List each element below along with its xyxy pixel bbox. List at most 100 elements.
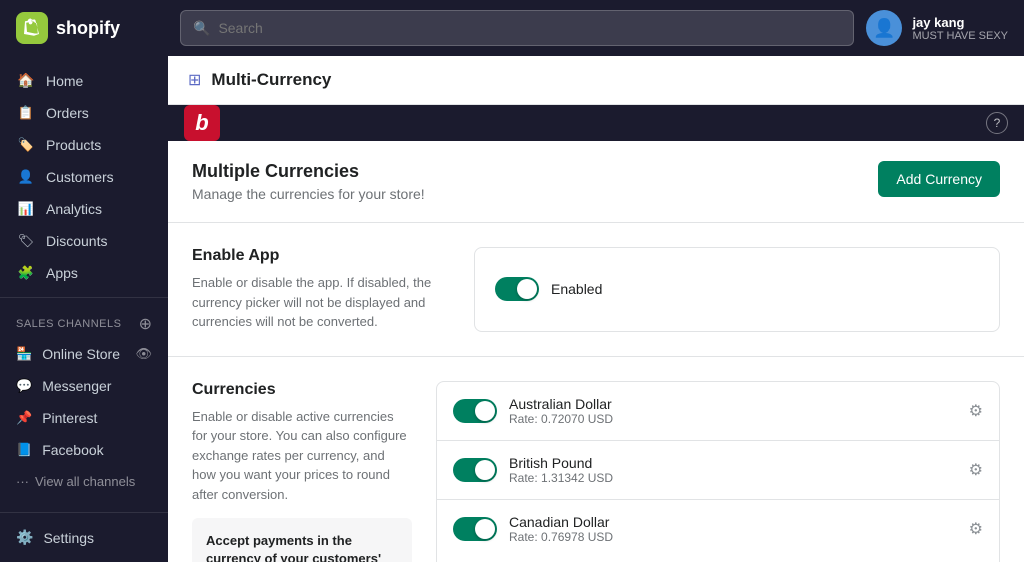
sidebar-item-products[interactable]: 🏷️ Products [0, 129, 168, 161]
cad-name: Canadian Dollar [509, 514, 957, 530]
currency-row-cad: Canadian Dollar Rate: 0.76978 USD ⚙ [437, 500, 999, 558]
multiple-currencies-subtitle: Manage the currencies for your store! [192, 186, 425, 202]
sidebar-label: Apps [46, 265, 78, 281]
enable-description: Enable or disable the app. If disabled, … [192, 273, 434, 332]
user-subtitle: MUST HAVE SEXY [912, 30, 1008, 42]
pinterest-label: Pinterest [42, 410, 97, 426]
sidebar-label: Home [46, 73, 83, 89]
discounts-icon: 🏷 [16, 233, 36, 249]
top-nav: shopify 🔍 👤 jay kang MUST HAVE SEXY [0, 0, 1024, 56]
currency-row-aud: Australian Dollar Rate: 0.72070 USD ⚙ [437, 382, 999, 441]
app-logo-letter: b [195, 110, 208, 136]
app-banner: b ? [168, 105, 1024, 141]
sidebar-item-pinterest[interactable]: 📌 Pinterest [0, 402, 168, 434]
currency-row-gbp: British Pound Rate: 1.31342 USD ⚙ [437, 441, 999, 500]
sidebar-item-facebook[interactable]: 📘 Facebook [0, 434, 168, 466]
avatar: 👤 [866, 10, 902, 46]
main-layout: 🏠 Home 📋 Orders 🏷️ Products 👤 Customers … [0, 56, 1024, 562]
sidebar-item-apps[interactable]: 🧩 Apps [0, 257, 168, 289]
logo-icon [16, 12, 48, 44]
home-icon: 🏠 [16, 72, 36, 89]
aud-rate: Rate: 0.72070 USD [509, 412, 957, 426]
sidebar-label: Discounts [46, 233, 107, 249]
multiple-currencies-section: Multiple Currencies Manage the currencie… [168, 141, 1024, 223]
sidebar-item-home[interactable]: 🏠 Home [0, 64, 168, 97]
toggle-knob [517, 279, 537, 299]
shopify-logo[interactable]: shopify [16, 12, 168, 44]
sidebar-label: Orders [46, 105, 89, 121]
sidebar-divider-bottom [0, 512, 168, 513]
aud-info: Australian Dollar Rate: 0.72070 USD [509, 396, 957, 426]
eye-icon[interactable]: 👁 [135, 346, 152, 362]
sidebar-label: Products [46, 137, 101, 153]
aud-name: Australian Dollar [509, 396, 957, 412]
sidebar-item-settings[interactable]: ⚙️ Settings [0, 521, 168, 554]
sidebar-item-online-store[interactable]: 🏪 Online Store 👁 [0, 338, 168, 370]
sidebar-item-orders[interactable]: 📋 Orders [0, 97, 168, 129]
messenger-label: Messenger [42, 378, 111, 394]
cad-gear-icon[interactable]: ⚙ [969, 519, 983, 539]
customers-icon: 👤 [16, 169, 36, 185]
view-all-channels[interactable]: ··· View all channels [0, 466, 168, 497]
user-text: jay kang MUST HAVE SEXY [912, 15, 1008, 42]
search-bar[interactable]: 🔍 [180, 10, 854, 46]
facebook-label: Facebook [42, 442, 103, 458]
gbp-gear-icon[interactable]: ⚙ [969, 460, 983, 480]
logo-text: shopify [56, 18, 120, 39]
analytics-icon: 📊 [16, 201, 36, 217]
sidebar-divider [0, 297, 168, 298]
page-title: Multi-Currency [211, 70, 331, 90]
sidebar-item-customers[interactable]: 👤 Customers [0, 161, 168, 193]
currencies-description: Enable or disable active currencies for … [192, 407, 412, 505]
sidebar-item-analytics[interactable]: 📊 Analytics [0, 193, 168, 225]
orders-icon: 📋 [16, 105, 36, 121]
gbp-toggle[interactable] [453, 458, 497, 482]
sales-channels-header: SALES CHANNELS ⊕ [0, 306, 168, 338]
enable-app-section: Enable App Enable or disable the app. If… [168, 223, 1024, 357]
online-store-label: Online Store [42, 346, 120, 362]
messenger-icon: 💬 [16, 378, 32, 394]
aud-toggle-knob [475, 401, 495, 421]
enable-left: Enable App Enable or disable the app. If… [192, 247, 434, 332]
currencies-left: Currencies Enable or disable active curr… [192, 381, 412, 562]
apps-icon: 🧩 [16, 265, 36, 281]
add-currency-button[interactable]: Add Currency [878, 161, 1000, 197]
sidebar-item-messenger[interactable]: 💬 Messenger [0, 370, 168, 402]
help-button[interactable]: ? [986, 112, 1008, 134]
sidebar-item-discounts[interactable]: 🏷 Discounts [0, 225, 168, 257]
enable-toggle[interactable] [495, 277, 539, 301]
multiple-currencies-title: Multiple Currencies [192, 161, 425, 182]
cad-rate: Rate: 0.76978 USD [509, 530, 957, 544]
grid-icon: ⊞ [188, 70, 201, 90]
products-icon: 🏷️ [16, 137, 36, 153]
sidebar-label: Analytics [46, 201, 102, 217]
gbp-toggle-knob [475, 460, 495, 480]
cad-info: Canadian Dollar Rate: 0.76978 USD [509, 514, 957, 544]
sales-channels-label: SALES CHANNELS [16, 318, 121, 330]
aud-toggle[interactable] [453, 399, 497, 423]
settings-icon: ⚙️ [16, 529, 33, 546]
user-info: 👤 jay kang MUST HAVE SEXY [866, 10, 1008, 46]
search-icon: 🔍 [193, 20, 210, 37]
add-channel-icon[interactable]: ⊕ [139, 314, 152, 334]
currencies-section: Currencies Enable or disable active curr… [168, 357, 1024, 562]
user-name: jay kang [912, 15, 1008, 30]
aud-gear-icon[interactable]: ⚙ [969, 401, 983, 421]
gbp-rate: Rate: 1.31342 USD [509, 471, 957, 485]
sidebar: 🏠 Home 📋 Orders 🏷️ Products 👤 Customers … [0, 56, 168, 562]
facebook-icon: 📘 [16, 442, 32, 458]
page-header: ⊞ Multi-Currency [168, 56, 1024, 105]
currencies-right: Australian Dollar Rate: 0.72070 USD ⚙ Br… [436, 381, 1000, 562]
cad-toggle[interactable] [453, 517, 497, 541]
info-box: Accept payments in the currency of your … [192, 518, 412, 562]
content-area: ⊞ Multi-Currency b ? Multiple Currencies… [168, 56, 1024, 562]
enable-right: Enabled [474, 247, 1000, 332]
pinterest-icon: 📌 [16, 410, 32, 426]
view-all-label: View all channels [35, 474, 135, 489]
sidebar-label: Customers [46, 169, 114, 185]
search-input[interactable] [218, 20, 841, 36]
gbp-name: British Pound [509, 455, 957, 471]
settings-label: Settings [43, 530, 94, 546]
app-logo: b [184, 105, 220, 141]
help-icon: ? [994, 116, 1001, 130]
